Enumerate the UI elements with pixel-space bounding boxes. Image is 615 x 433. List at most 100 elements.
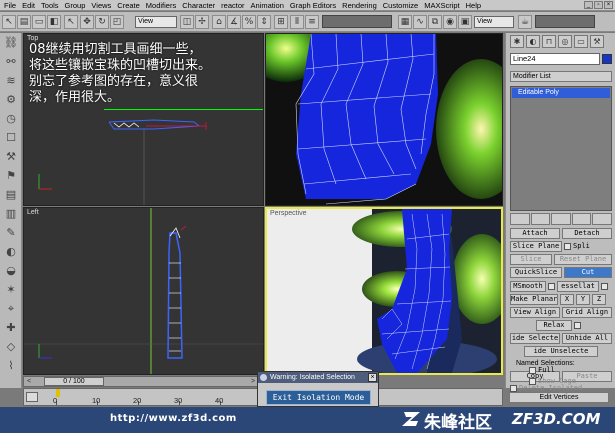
detach-button[interactable]: Detach: [562, 227, 612, 239]
scale-icon[interactable]: ◰: [110, 15, 124, 29]
named-sel-edit-icon[interactable]: ⊞: [274, 15, 288, 29]
render-setup-icon[interactable]: ▣: [458, 15, 472, 29]
display-tab-icon[interactable]: ▭: [574, 35, 588, 48]
hierarchy-icon[interactable]: ⚙: [3, 93, 19, 107]
create-tab-icon[interactable]: ✱: [510, 35, 524, 48]
display-icon[interactable]: ☐: [3, 131, 19, 145]
select-arrow-icon[interactable]: ↖: [2, 15, 16, 29]
track-icon[interactable]: ▥: [3, 207, 19, 221]
mirror-icon[interactable]: ⫴: [290, 15, 304, 29]
quick-render-icon[interactable]: ☕: [518, 15, 532, 29]
object-name-field[interactable]: Line24: [510, 53, 600, 65]
reference-coord-select[interactable]: View: [135, 16, 177, 28]
menu-graph-editors[interactable]: Graph Editors: [290, 1, 336, 10]
render-type-select[interactable]: View: [474, 16, 514, 28]
move-icon[interactable]: ✥: [80, 15, 94, 29]
space-warp-icon[interactable]: ⌇: [3, 359, 19, 373]
time-slider[interactable]: < 0 / 100 >: [23, 376, 258, 387]
menu-tools[interactable]: Tools: [41, 1, 59, 10]
menu-rendering[interactable]: Rendering: [342, 1, 377, 10]
rect-select-icon[interactable]: ▭: [32, 15, 46, 29]
hide-unselected-button[interactable]: ide Unselecte: [524, 345, 598, 357]
relax-button[interactable]: Relax: [536, 319, 572, 331]
minimize-icon[interactable]: _: [584, 1, 593, 9]
grid-align-button[interactable]: Grid Align: [562, 306, 612, 318]
brush-icon[interactable]: ✎: [3, 226, 19, 240]
msmooth-settings-icon[interactable]: [548, 282, 555, 290]
viewport-perspective[interactable]: Perspective: [265, 207, 503, 375]
modifier-list-dropdown[interactable]: Modifier List: [510, 71, 612, 82]
link-icon[interactable]: ⛓: [3, 36, 19, 50]
reset-plane-button[interactable]: Reset Plane: [554, 253, 612, 265]
modify-tab-icon[interactable]: ◐: [526, 35, 540, 48]
planar-y-button[interactable]: Y: [576, 293, 590, 305]
schematic-icon[interactable]: ⧉: [428, 15, 442, 29]
tessellate-button[interactable]: essellat: [557, 280, 599, 292]
select-name-icon[interactable]: ▤: [17, 15, 31, 29]
configure-sets-icon[interactable]: [592, 213, 612, 225]
shape-icon[interactable]: ◇: [3, 340, 19, 354]
attach-button[interactable]: Attach: [510, 227, 560, 239]
menu-reactor[interactable]: reactor: [221, 1, 244, 10]
view-align-button[interactable]: View Align: [510, 306, 560, 318]
viewport-label[interactable]: Top: [27, 35, 38, 42]
show-cage-checkbox[interactable]: [529, 377, 536, 385]
motion-icon[interactable]: ◷: [3, 112, 19, 126]
viewport-label[interactable]: Perspective: [270, 210, 307, 217]
menu-modifiers[interactable]: Modifiers: [146, 1, 176, 10]
close-icon[interactable]: ×: [604, 1, 613, 9]
menu-group[interactable]: Group: [65, 1, 86, 10]
material-icon[interactable]: ◐: [3, 245, 19, 259]
motion-tab-icon[interactable]: ◎: [558, 35, 572, 48]
select-manipulate-icon[interactable]: ✢: [195, 15, 209, 29]
menu-character[interactable]: Character: [182, 1, 215, 10]
utilities-tab-icon[interactable]: ⚒: [590, 35, 604, 48]
planar-x-button[interactable]: X: [560, 293, 574, 305]
viewport-label[interactable]: Left: [27, 209, 39, 216]
remove-modifier-icon[interactable]: [571, 213, 592, 225]
menu-help[interactable]: Help: [466, 1, 481, 10]
camera-icon[interactable]: ⌖: [3, 302, 19, 316]
menu-views[interactable]: Views: [91, 1, 111, 10]
edit-vertices-rollout[interactable]: Edit Vertices: [509, 391, 609, 403]
make-planar-button[interactable]: Make Planar: [510, 293, 558, 305]
material-editor-icon[interactable]: ◉: [443, 15, 457, 29]
planar-z-button[interactable]: Z: [592, 293, 606, 305]
curve-editor-icon[interactable]: ∿: [413, 15, 427, 29]
utilities-icon[interactable]: ⚒: [3, 150, 19, 164]
viewport-front[interactable]: [265, 33, 503, 206]
viewport-left[interactable]: Left: [23, 207, 264, 375]
pivot-icon[interactable]: ◫: [180, 15, 194, 29]
split-checkbox[interactable]: [564, 242, 571, 250]
quickslice-button[interactable]: QuickSlice: [510, 266, 562, 278]
align-icon[interactable]: ≡: [305, 15, 319, 29]
show-end-result-icon[interactable]: [530, 213, 551, 225]
bind-warp-icon[interactable]: ≋: [3, 74, 19, 88]
tessellate-settings-icon[interactable]: [601, 282, 608, 290]
object-color-swatch[interactable]: [602, 54, 612, 64]
select-object-icon[interactable]: ↖: [64, 15, 78, 29]
spinner-snap-icon[interactable]: ⇕: [257, 15, 271, 29]
close-icon[interactable]: ×: [368, 373, 377, 382]
menu-edit[interactable]: Edit: [22, 1, 35, 10]
full-checkbox[interactable]: [529, 366, 536, 374]
unlink-icon[interactable]: ⚯: [3, 55, 19, 69]
rotate-icon[interactable]: ↻: [95, 15, 109, 29]
pin-stack-icon[interactable]: [510, 213, 530, 225]
track-bar-key-icon[interactable]: [26, 392, 38, 402]
menu-customize[interactable]: Customize: [383, 1, 418, 10]
render-preset[interactable]: [535, 15, 595, 28]
hierarchy-tab-icon[interactable]: ⊓: [542, 35, 556, 48]
layer-icon[interactable]: ▦: [398, 15, 412, 29]
unhide-all-button[interactable]: Unhide All: [562, 332, 612, 344]
menu-create[interactable]: Create: [117, 1, 140, 10]
slice-plane-button[interactable]: Slice Plane: [510, 240, 562, 252]
menu-file[interactable]: File: [4, 1, 16, 10]
stack-item-editable-poly[interactable]: Editable Poly: [512, 88, 610, 98]
menu-maxscript[interactable]: MAXScript: [424, 1, 459, 10]
snap-icon[interactable]: ⌂: [212, 15, 226, 29]
light-icon[interactable]: ✶: [3, 283, 19, 297]
prev-frame-icon[interactable]: <: [24, 377, 34, 386]
window-cross-icon[interactable]: ◧: [47, 15, 61, 29]
menu-animation[interactable]: Animation: [251, 1, 284, 10]
